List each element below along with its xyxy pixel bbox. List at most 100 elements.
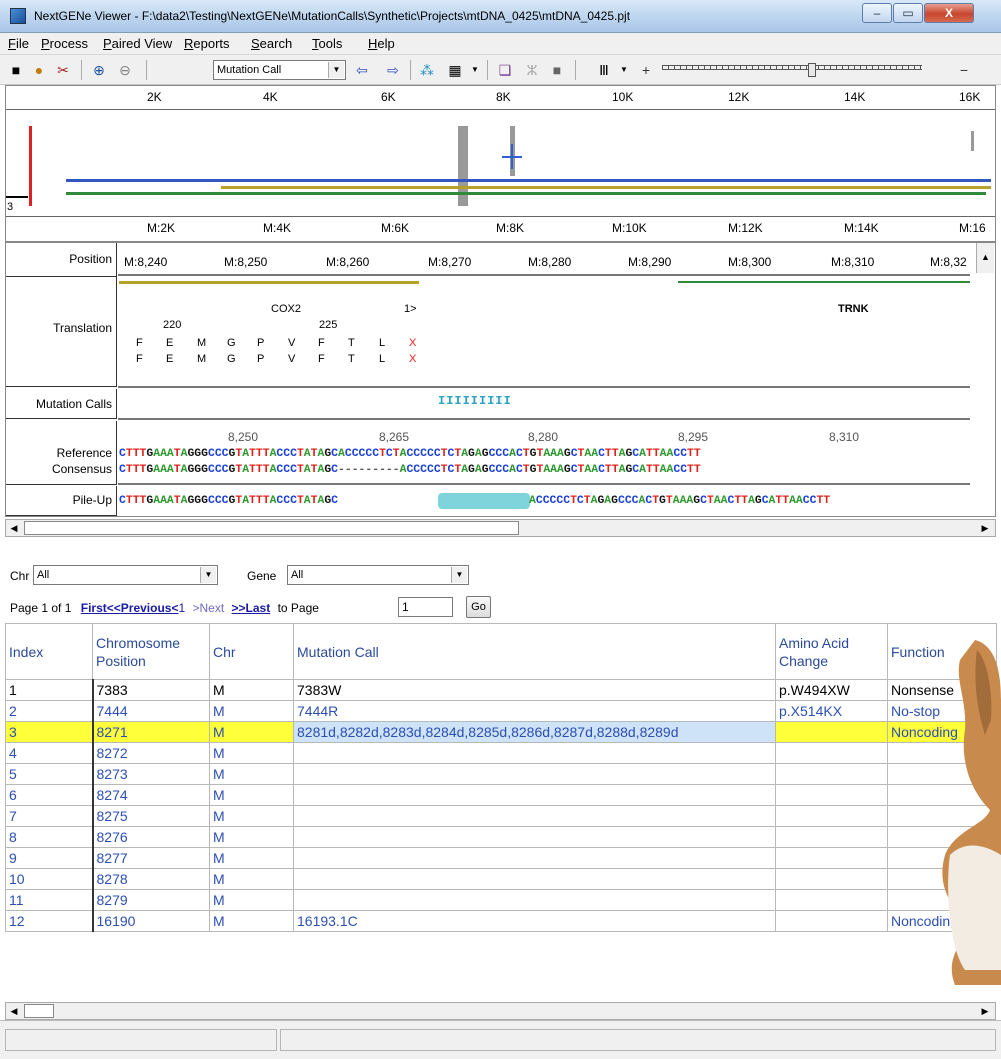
cell-chr[interactable]: M xyxy=(209,826,294,848)
cell-chr[interactable]: M xyxy=(209,679,294,701)
zoom-slider-track[interactable] xyxy=(662,65,922,70)
cell-mutation-call[interactable] xyxy=(293,805,776,827)
cell-chromosome-position[interactable]: 8276 xyxy=(92,826,210,848)
cell-mutation-call[interactable] xyxy=(293,847,776,869)
header-index[interactable]: Index xyxy=(5,623,93,680)
table-row[interactable]: 8 8276 M xyxy=(5,826,997,848)
table-row[interactable]: 11 8279 M xyxy=(5,889,997,911)
zoom-in-icon[interactable]: ⊕ xyxy=(90,61,108,79)
next-arrow-icon[interactable]: ⇨ xyxy=(384,61,402,79)
cell-amino-acid-change[interactable] xyxy=(775,847,888,869)
cell-chr[interactable]: M xyxy=(209,721,294,743)
save-icon[interactable]: ■ xyxy=(7,61,25,79)
minus-icon[interactable]: − xyxy=(955,61,973,79)
cell-chr[interactable]: M xyxy=(209,763,294,785)
genome-overview[interactable]: 2K 4K 6K 8K 10K 12K 14K 16K 3 M:2K M:4K … xyxy=(5,85,996,242)
scroll-right-arrow[interactable]: ▶ xyxy=(977,1003,993,1019)
cell-mutation-call[interactable] xyxy=(293,826,776,848)
mutation-call-ticks[interactable]: IIIIIIIII xyxy=(438,394,512,408)
cell-index[interactable]: 7 xyxy=(5,805,94,827)
cell-amino-acid-change[interactable] xyxy=(775,784,888,806)
header-mutation-call[interactable]: Mutation Call xyxy=(293,623,776,680)
gene-filter-select[interactable]: All ▼ xyxy=(287,565,469,585)
cell-amino-acid-change[interactable] xyxy=(775,889,888,911)
filter-icon[interactable]: ⵣ xyxy=(523,61,541,79)
chevron-down-icon[interactable]: ▼ xyxy=(615,61,633,79)
table-icon[interactable]: ▦ xyxy=(446,61,464,79)
cell-chromosome-position[interactable]: 8278 xyxy=(92,868,210,890)
table-horizontal-scrollbar[interactable]: ◀ ▶ xyxy=(5,1002,996,1020)
cell-amino-acid-change[interactable] xyxy=(775,805,888,827)
cell-chromosome-position[interactable]: 7383 xyxy=(92,679,210,701)
cell-mutation-call[interactable]: 7444R xyxy=(293,700,776,722)
menu-file[interactable]: File xyxy=(8,36,29,51)
menu-tools[interactable]: Tools xyxy=(312,36,342,51)
sequence-viewer[interactable]: Position M:8,240 M:8,250 M:8,260 M:8,270… xyxy=(5,242,996,517)
cell-chr[interactable]: M xyxy=(209,889,294,911)
cell-chromosome-position[interactable]: 8274 xyxy=(92,784,210,806)
table-row[interactable]: 12 16190 M 16193.1C Noncoding xyxy=(5,910,997,932)
cell-chromosome-position[interactable]: 8275 xyxy=(92,805,210,827)
previous-page-link[interactable]: Previous< xyxy=(121,601,179,615)
close-button[interactable]: X xyxy=(924,3,974,23)
cell-chromosome-position[interactable]: 16190 xyxy=(92,910,210,932)
cell-index[interactable]: 2 xyxy=(5,700,94,722)
cell-chr[interactable]: M xyxy=(209,700,294,722)
table-row[interactable]: 1 7383 M 7383W p.W494XW Nonsense xyxy=(5,679,997,701)
cell-amino-acid-change[interactable] xyxy=(775,826,888,848)
cell-chr[interactable]: M xyxy=(209,742,294,764)
cell-chr[interactable]: M xyxy=(209,847,294,869)
cell-index[interactable]: 10 xyxy=(5,868,94,890)
cell-chr[interactable]: M xyxy=(209,868,294,890)
chevron-down-icon[interactable]: ▼ xyxy=(466,61,484,79)
cell-amino-acid-change[interactable] xyxy=(775,868,888,890)
table-row[interactable]: 10 8278 M xyxy=(5,868,997,890)
table-row[interactable]: 7 8275 M xyxy=(5,805,997,827)
cell-chr[interactable]: M xyxy=(209,805,294,827)
cell-mutation-call[interactable]: 16193.1C xyxy=(293,910,776,932)
table-row[interactable]: 6 8274 M xyxy=(5,784,997,806)
previous-arrow-icon[interactable]: ⇦ xyxy=(353,61,371,79)
cell-amino-acid-change[interactable] xyxy=(775,910,888,932)
header-amino-acid-change[interactable]: Amino Acid Change xyxy=(775,623,888,680)
cell-index[interactable]: 6 xyxy=(5,784,94,806)
columns-icon[interactable]: Ⅲ xyxy=(595,61,613,79)
table-row[interactable]: 5 8273 M xyxy=(5,763,997,785)
maximize-button[interactable]: ▭ xyxy=(893,3,923,23)
cell-amino-acid-change[interactable] xyxy=(775,742,888,764)
sequence-horizontal-scrollbar[interactable]: ◀ ▶ xyxy=(5,519,996,537)
cell-chr[interactable]: M xyxy=(209,784,294,806)
cell-chromosome-position[interactable]: 8273 xyxy=(92,763,210,785)
next-page-link[interactable]: >Next xyxy=(193,601,225,615)
cell-index[interactable]: 11 xyxy=(5,889,94,911)
export-icon[interactable]: ❏ xyxy=(496,61,514,79)
menu-process[interactable]: Process xyxy=(41,36,88,51)
cell-chr[interactable]: M xyxy=(209,910,294,932)
menu-help[interactable]: Help xyxy=(368,36,395,51)
cell-index[interactable]: 12 xyxy=(5,910,94,932)
table-row[interactable]: 4 8272 M xyxy=(5,742,997,764)
cell-mutation-call[interactable] xyxy=(293,784,776,806)
cell-index[interactable]: 8 xyxy=(5,826,94,848)
current-page-link[interactable]: 1 xyxy=(178,601,185,615)
scroll-thumb[interactable] xyxy=(24,521,519,535)
minimize-button[interactable]: ‒ xyxy=(862,3,892,23)
table-row[interactable]: 9 8277 M xyxy=(5,847,997,869)
stop-icon[interactable]: ■ xyxy=(548,61,566,79)
go-button[interactable]: Go xyxy=(466,596,491,618)
cell-mutation-call[interactable] xyxy=(293,889,776,911)
cell-mutation-call[interactable] xyxy=(293,763,776,785)
first-page-link[interactable]: First<< xyxy=(81,601,121,615)
cell-chromosome-position[interactable]: 8272 xyxy=(92,742,210,764)
cell-index[interactable]: 5 xyxy=(5,763,94,785)
reads-icon[interactable]: ⁂ xyxy=(418,61,436,79)
cell-chromosome-position[interactable]: 8277 xyxy=(92,847,210,869)
cell-mutation-call[interactable] xyxy=(293,868,776,890)
cell-chromosome-position[interactable]: 8271 xyxy=(92,721,210,743)
cell-amino-acid-change[interactable]: p.X514KX xyxy=(775,700,888,722)
mode-select[interactable]: Mutation Call ▼ xyxy=(213,60,346,80)
cell-amino-acid-change[interactable] xyxy=(775,763,888,785)
plus-icon[interactable]: + xyxy=(637,61,655,79)
header-chr[interactable]: Chr xyxy=(209,623,294,680)
cell-amino-acid-change[interactable] xyxy=(775,721,888,743)
